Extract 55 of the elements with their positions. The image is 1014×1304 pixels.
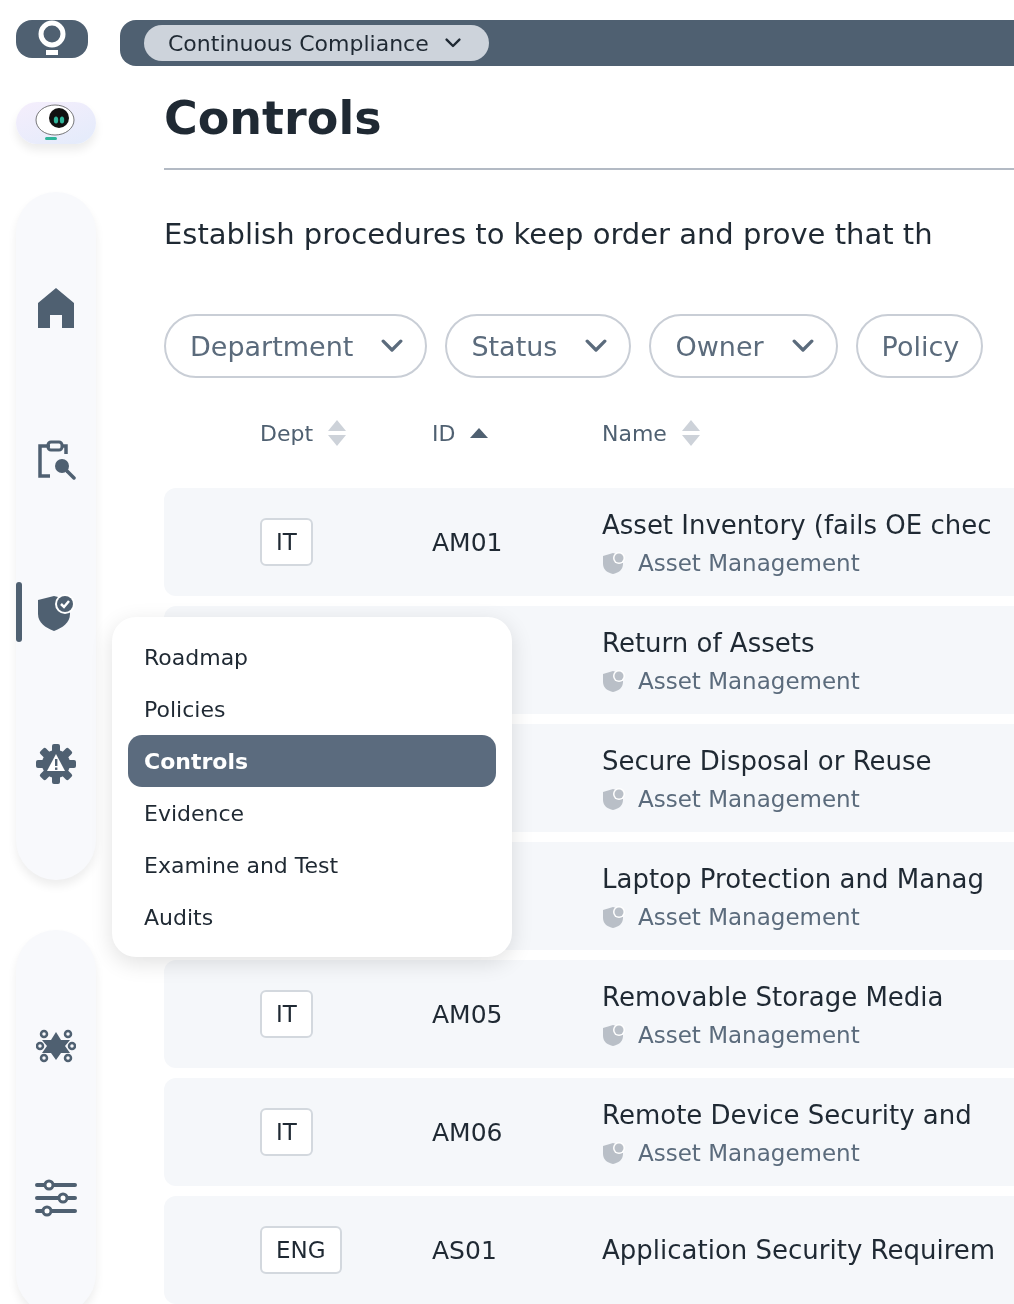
chevron-down-icon bbox=[444, 38, 461, 48]
control-id: AM01 bbox=[432, 527, 504, 557]
control-id: AM06 bbox=[432, 1117, 504, 1147]
table-row[interactable]: IT AM01 Asset Inventory (fails OE chec Asset Management bbox=[164, 488, 1014, 596]
shield-icon bbox=[602, 1023, 626, 1047]
department-tag: IT bbox=[260, 990, 313, 1038]
control-name: Remote Device Security and bbox=[602, 1099, 973, 1132]
control-name: Return of Assets bbox=[602, 627, 816, 660]
shield-icon bbox=[602, 1141, 626, 1165]
app-logo[interactable] bbox=[16, 20, 88, 58]
shield-icon bbox=[602, 787, 626, 811]
control-name: Asset Inventory (fails OE chec bbox=[602, 509, 993, 542]
filter-dropdown[interactable]: Department bbox=[164, 314, 428, 378]
policy-name: Asset Management bbox=[638, 786, 860, 812]
shield-icon bbox=[602, 551, 626, 575]
shield-check-icon bbox=[36, 592, 76, 632]
department-tag: ENG bbox=[260, 1226, 342, 1274]
control-name: Application Security Requirem bbox=[602, 1234, 997, 1267]
policy-name: Asset Management bbox=[638, 550, 860, 576]
chevron-down-icon bbox=[585, 339, 608, 353]
workspace-dropdown[interactable]: Continuous Compliance bbox=[144, 25, 489, 61]
control-name: Removable Storage Media bbox=[602, 981, 945, 1014]
assistant-button[interactable] bbox=[16, 102, 96, 144]
control-name: Secure Disposal or Reuse bbox=[602, 745, 933, 778]
column-header[interactable]: ID bbox=[432, 420, 490, 446]
shield-icon bbox=[602, 905, 626, 929]
clipboard-search-icon bbox=[36, 440, 76, 480]
policy-name: Asset Management bbox=[638, 1140, 860, 1166]
shield-icon bbox=[602, 669, 626, 693]
gear-warning-icon bbox=[36, 744, 76, 784]
table-row[interactable]: IT AM06 Remote Device Security and Asset Management bbox=[164, 1078, 1014, 1186]
home-icon bbox=[37, 287, 75, 329]
menu-item[interactable]: Controls bbox=[128, 735, 496, 787]
column-header[interactable]: Dept bbox=[260, 420, 348, 446]
page-description: Establish procedures to keep order and prove that th bbox=[164, 216, 934, 253]
sliders-icon bbox=[35, 1179, 77, 1217]
filter-dropdown[interactable]: Status bbox=[445, 314, 632, 378]
department-tag: IT bbox=[260, 518, 313, 566]
page-title: Controls bbox=[164, 90, 383, 147]
policy-name: Asset Management bbox=[638, 904, 860, 930]
table-row[interactable]: IT AM05 Removable Storage Media Asset Management bbox=[164, 960, 1014, 1068]
bulb-icon bbox=[36, 20, 68, 58]
table-row[interactable]: ENG AS01 Application Security Requirem bbox=[164, 1196, 1014, 1304]
chevron-down-icon bbox=[791, 339, 814, 353]
network-icon bbox=[36, 1028, 76, 1064]
column-header[interactable]: Name bbox=[602, 420, 701, 446]
filter-dropdown[interactable]: Policy bbox=[855, 314, 984, 378]
control-name: Laptop Protection and Manag bbox=[602, 863, 986, 896]
filter-dropdown[interactable]: Owner bbox=[649, 314, 838, 378]
control-id: AS01 bbox=[432, 1235, 498, 1265]
control-id: AM05 bbox=[432, 999, 504, 1029]
chevron-down-icon bbox=[381, 339, 404, 353]
policy-name: Asset Management bbox=[638, 1022, 860, 1048]
policy-name: Asset Management bbox=[638, 668, 860, 694]
department-tag: IT bbox=[260, 1108, 313, 1156]
